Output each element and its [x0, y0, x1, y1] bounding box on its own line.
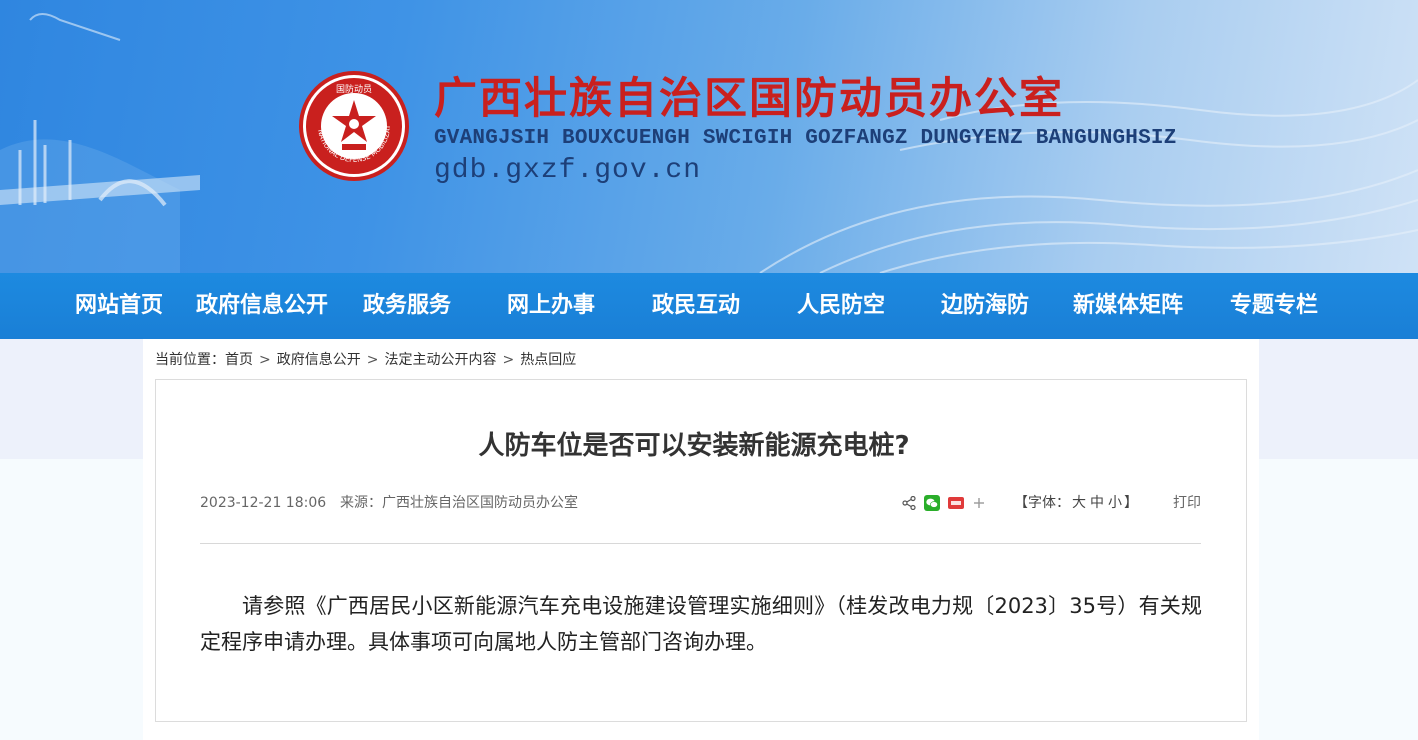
nav-item-home[interactable]: 网站首页	[75, 289, 163, 323]
national-defense-emblem: NATIONAL DEFENSE MOBILIZATION 国防动员	[298, 70, 409, 181]
breadcrumb-separator: >	[259, 352, 271, 368]
nav-item-special[interactable]: 专题专栏	[1230, 289, 1318, 323]
nav-item-interaction[interactable]: 政民互动	[652, 289, 740, 323]
breadcrumb-separator: >	[366, 352, 379, 368]
font-size-medium[interactable]: 中	[1090, 495, 1104, 511]
share-icon[interactable]	[902, 496, 916, 510]
breadcrumb-hot-response[interactable]: 热点回应	[520, 352, 576, 368]
site-title: 广西壮族自治区国防动员办公室	[434, 74, 1064, 124]
site-banner: NATIONAL DEFENSE MOBILIZATION 国防动员 广西壮族自…	[0, 0, 1418, 273]
breadcrumb-gov-info[interactable]: 政府信息公开	[277, 352, 361, 368]
breadcrumb-prefix: 当前位置：	[155, 352, 225, 368]
breadcrumb-separator: >	[502, 352, 515, 368]
font-size-label-close: 】	[1124, 495, 1138, 511]
print-button[interactable]: 打印	[1173, 493, 1201, 513]
article-body: 请参照《广西居民小区新能源汽车充电设施建设管理实施细则》（桂发改电力规〔2023…	[200, 594, 1202, 654]
nav-item-border[interactable]: 边防海防	[941, 289, 1029, 323]
nav-item-new-media[interactable]: 新媒体矩阵	[1073, 289, 1183, 323]
breadcrumb-home[interactable]: 首页	[225, 352, 253, 368]
share-bar	[902, 493, 994, 513]
nav-item-gov-info[interactable]: 政府信息公开	[196, 289, 328, 323]
wechat-icon[interactable]	[924, 495, 940, 511]
nav-item-civil-air[interactable]: 人民防空	[797, 289, 885, 323]
breadcrumb-statutory[interactable]: 法定主动公开内容	[384, 352, 496, 368]
nav-item-online[interactable]: 网上办事	[507, 289, 595, 323]
main-nav: 网站首页 政府信息公开 政务服务 网上办事 政民互动 人民防空 边防海防 新媒体…	[0, 273, 1418, 339]
article-source: 来源：广西壮族自治区国防动员办公室	[340, 495, 578, 511]
plus-icon[interactable]	[972, 496, 986, 510]
font-size-large[interactable]: 大	[1072, 495, 1086, 511]
nav-item-gov-service[interactable]: 政务服务	[363, 289, 451, 323]
meta-divider	[200, 543, 1201, 544]
font-size-label-open: 【字体：	[1014, 495, 1070, 511]
emblem-top-text: 国防动员	[336, 83, 372, 95]
article-date: 2023-12-21 18:06	[200, 495, 327, 511]
article-title: 人防车位是否可以安装新能源充电桩?	[478, 431, 910, 461]
font-size-small[interactable]: 小	[1108, 495, 1122, 511]
site-subtitle: GVANGJSIH BOUXCUENGH SWCIGIH GOZFANGZ DU…	[434, 127, 1177, 150]
weibo-icon[interactable]	[948, 495, 964, 511]
font-size-control: 【字体：大中小】	[1014, 493, 1138, 513]
breadcrumb: 当前位置：首页 > 政府信息公开 > 法定主动公开内容 > 热点回应	[155, 350, 576, 370]
site-domain: gdb.gxzf.gov.cn	[434, 155, 702, 186]
